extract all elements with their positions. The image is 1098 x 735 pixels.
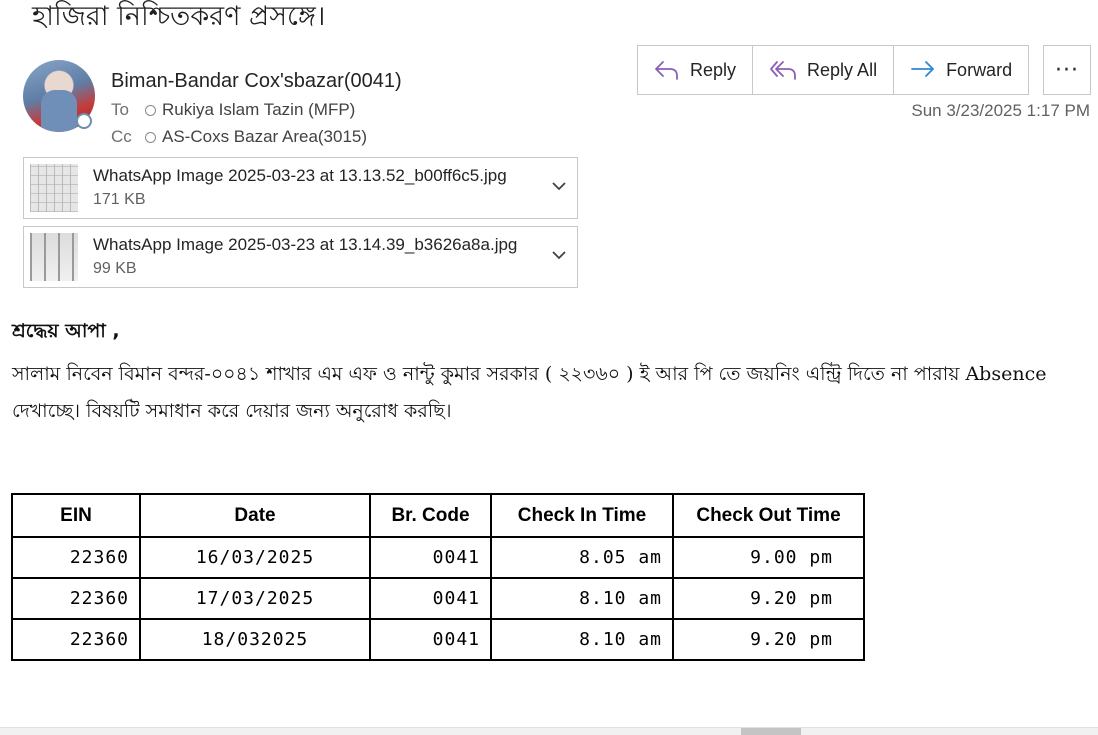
recipient-presence-icon [145,104,156,116]
forward-arrow-icon [911,61,934,77]
reply-all-button[interactable]: Reply All [753,46,895,94]
body-paragraph: সালাম নিবেন বিমান বন্দর-০০৪১ শাখার এম এফ… [12,356,1092,430]
body-line: সালাম নিবেন বিমান বন্দর-০০৪১ শাখার এম এফ… [12,363,1047,385]
horizontal-scrollbar[interactable] [0,727,1098,735]
column-header: EIN [11,493,141,538]
table-cell: 0041 [369,577,492,620]
reply-button[interactable]: Reply [638,46,754,94]
table-cell: 8.05 am [490,536,674,579]
more-actions-button[interactable]: ··· [1043,45,1091,95]
body-line: দেখাচ্ছে। বিষয়টি সমাধান করে দেয়ার জন্য… [12,400,452,422]
table-row: 22360 16/03/2025 0041 8.05 am 9.00 pm [11,536,865,579]
table-cell: 0041 [369,618,492,661]
reply-all-label: Reply All [807,59,878,80]
table-cell: 22360 [11,618,141,661]
column-header: Check Out Time [672,493,865,538]
avatar-figure [41,90,77,132]
presence-status-icon [76,113,92,129]
table-cell: 16/03/2025 [139,536,371,579]
table-cell: 18/032025 [139,618,371,661]
attachment-card[interactable]: WhatsApp Image 2025-03-23 at 13.14.39_b3… [23,226,578,288]
table-cell: 9.20 pm [672,577,865,620]
message-actions: Reply Reply All Forward [637,45,1030,95]
table-row: 22360 18/032025 0041 8.10 am 9.20 pm [11,618,865,661]
attachment-size: 99 KB [93,260,137,277]
scrollbar-thumb[interactable] [741,728,801,735]
reply-label: Reply [690,59,737,80]
cc-label: Cc [111,127,132,146]
attachment-card[interactable]: WhatsApp Image 2025-03-23 at 13.13.52_b0… [23,157,578,219]
email-reading-pane: হাজিরা নিশ্চিতকরণ প্রসঙ্গে। Biman-Bandar… [0,0,1098,735]
table-cell: 22360 [11,577,141,620]
table-cell: 22360 [11,536,141,579]
reply-all-arrow-icon [770,61,796,80]
cc-recipient[interactable]: AS-Coxs Bazar Area(3015) [162,127,367,147]
table-cell: 8.10 am [490,577,674,620]
chevron-down-icon[interactable] [551,249,567,261]
attachment-size: 171 KB [93,191,146,208]
sender-name[interactable]: Biman-Bandar Cox'sbazar(0041) [111,70,402,93]
table-cell: 9.20 pm [672,618,865,661]
table-cell: 0041 [369,536,492,579]
table-cell: 8.10 am [490,618,674,661]
table-row: 22360 17/03/2025 0041 8.10 am 9.20 pm [11,577,865,620]
chevron-down-icon[interactable] [551,180,567,192]
forward-label: Forward [946,59,1013,80]
reply-arrow-icon [655,61,678,80]
column-header: Date [139,493,371,538]
attachment-name: WhatsApp Image 2025-03-23 at 13.14.39_b3… [93,235,518,254]
attachment-name: WhatsApp Image 2025-03-23 at 13.13.52_b0… [93,166,507,185]
table-header-row: EIN Date Br. Code Check In Time Check Ou… [11,493,865,538]
email-subject: হাজিরা নিশ্চিতকরণ প্রসঙ্গে। [32,1,326,32]
to-recipient[interactable]: Rukiya Islam Tazin (MFP) [162,100,355,120]
to-row: To Rukiya Islam Tazin (MFP) [111,100,355,120]
body-greeting: শ্রদ্ধেয় আপা , [12,320,120,342]
table-cell: 9.00 pm [672,536,865,579]
forward-button[interactable]: Forward [894,46,1028,94]
attachment-thumbnail [30,164,78,212]
sent-datetime: Sun 3/23/2025 1:17 PM [911,101,1090,120]
table-cell: 17/03/2025 [139,577,371,620]
to-label: To [111,100,129,119]
cc-row: Cc AS-Coxs Bazar Area(3015) [111,127,367,147]
column-header: Check In Time [490,493,674,538]
attendance-table: EIN Date Br. Code Check In Time Check Ou… [11,493,865,661]
attachment-thumbnail [30,233,78,281]
column-header: Br. Code [369,493,492,538]
recipient-presence-icon [145,131,156,143]
